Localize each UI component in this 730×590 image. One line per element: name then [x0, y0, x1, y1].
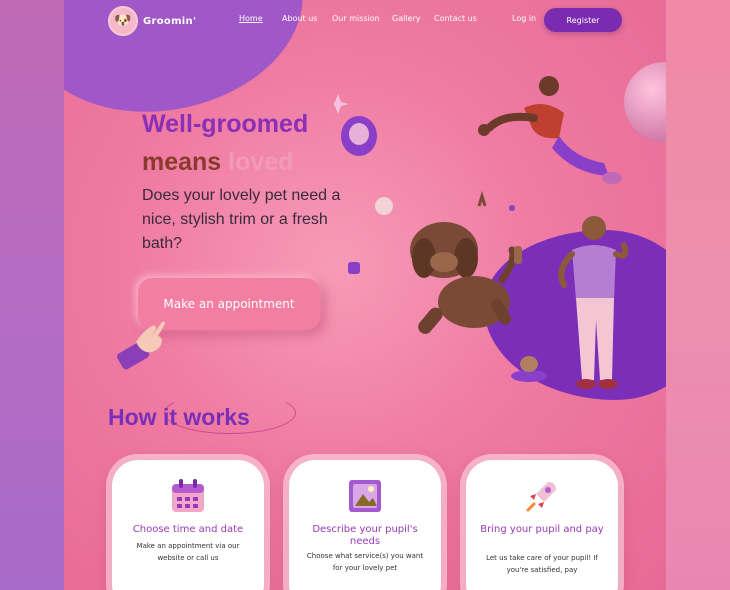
pet-bowl-decor — [511, 356, 547, 382]
step-card-3: Bring your pupil and pay Let us take car… — [466, 460, 618, 590]
landing-page: 🐶 Groomin' Home About us Our mission Gal… — [64, 0, 666, 590]
hero-title-line2b: loved — [228, 148, 294, 176]
hero-title-line1: Well-groomed — [142, 110, 309, 138]
floating-items-decor — [334, 94, 522, 274]
right-backdrop — [666, 0, 730, 590]
login-link[interactable]: Log in — [512, 14, 536, 23]
nav-item-contact[interactable]: Contact us — [434, 14, 477, 23]
how-it-works-heading: How it works — [108, 404, 250, 430]
calendar-icon — [172, 479, 204, 512]
hero-subtitle: Does your lovely pet need a nice, stylis… — [142, 187, 341, 252]
pointing-hand-icon — [117, 321, 165, 370]
step-card-title: Bring your pupil and pay — [480, 524, 604, 535]
top-nav: 🐶 Groomin' Home About us Our mission Gal… — [64, 0, 666, 40]
dog-logo-icon: 🐶 — [108, 6, 138, 36]
step-card-title: Choose time and date — [132, 524, 244, 535]
decor-orb — [624, 62, 666, 142]
left-backdrop — [0, 0, 64, 590]
photo-icon — [349, 480, 381, 512]
standing-person-illustration — [558, 216, 629, 389]
step-card-title: Describe your pupil's needs — [312, 524, 418, 547]
step-card-1: Choose time and date Make an appointment… — [112, 460, 264, 590]
logo[interactable]: 🐶 Groomin' — [108, 6, 196, 36]
rocket-icon — [526, 482, 556, 512]
step-card-description: Choose what service(s) you want for your… — [306, 552, 424, 572]
nav-item-mission[interactable]: Our mission — [332, 14, 380, 23]
hero-title-line2a: means — [142, 148, 229, 176]
step-card-2: Describe your pupil's needs Choose what … — [289, 460, 441, 590]
hero-title: Well-groomed means loved — [142, 105, 308, 181]
nav-item-home[interactable]: Home — [239, 14, 263, 23]
brand-name: Groomin' — [143, 15, 197, 27]
nav-item-about[interactable]: About us — [282, 14, 317, 23]
step-card-description: Let us take care of your pupil! If you'r… — [486, 554, 598, 574]
nav-item-gallery[interactable]: Gallery — [392, 14, 421, 23]
register-button[interactable]: Register — [544, 8, 622, 32]
step-card-description: Make an appointment via our website or c… — [136, 542, 240, 562]
